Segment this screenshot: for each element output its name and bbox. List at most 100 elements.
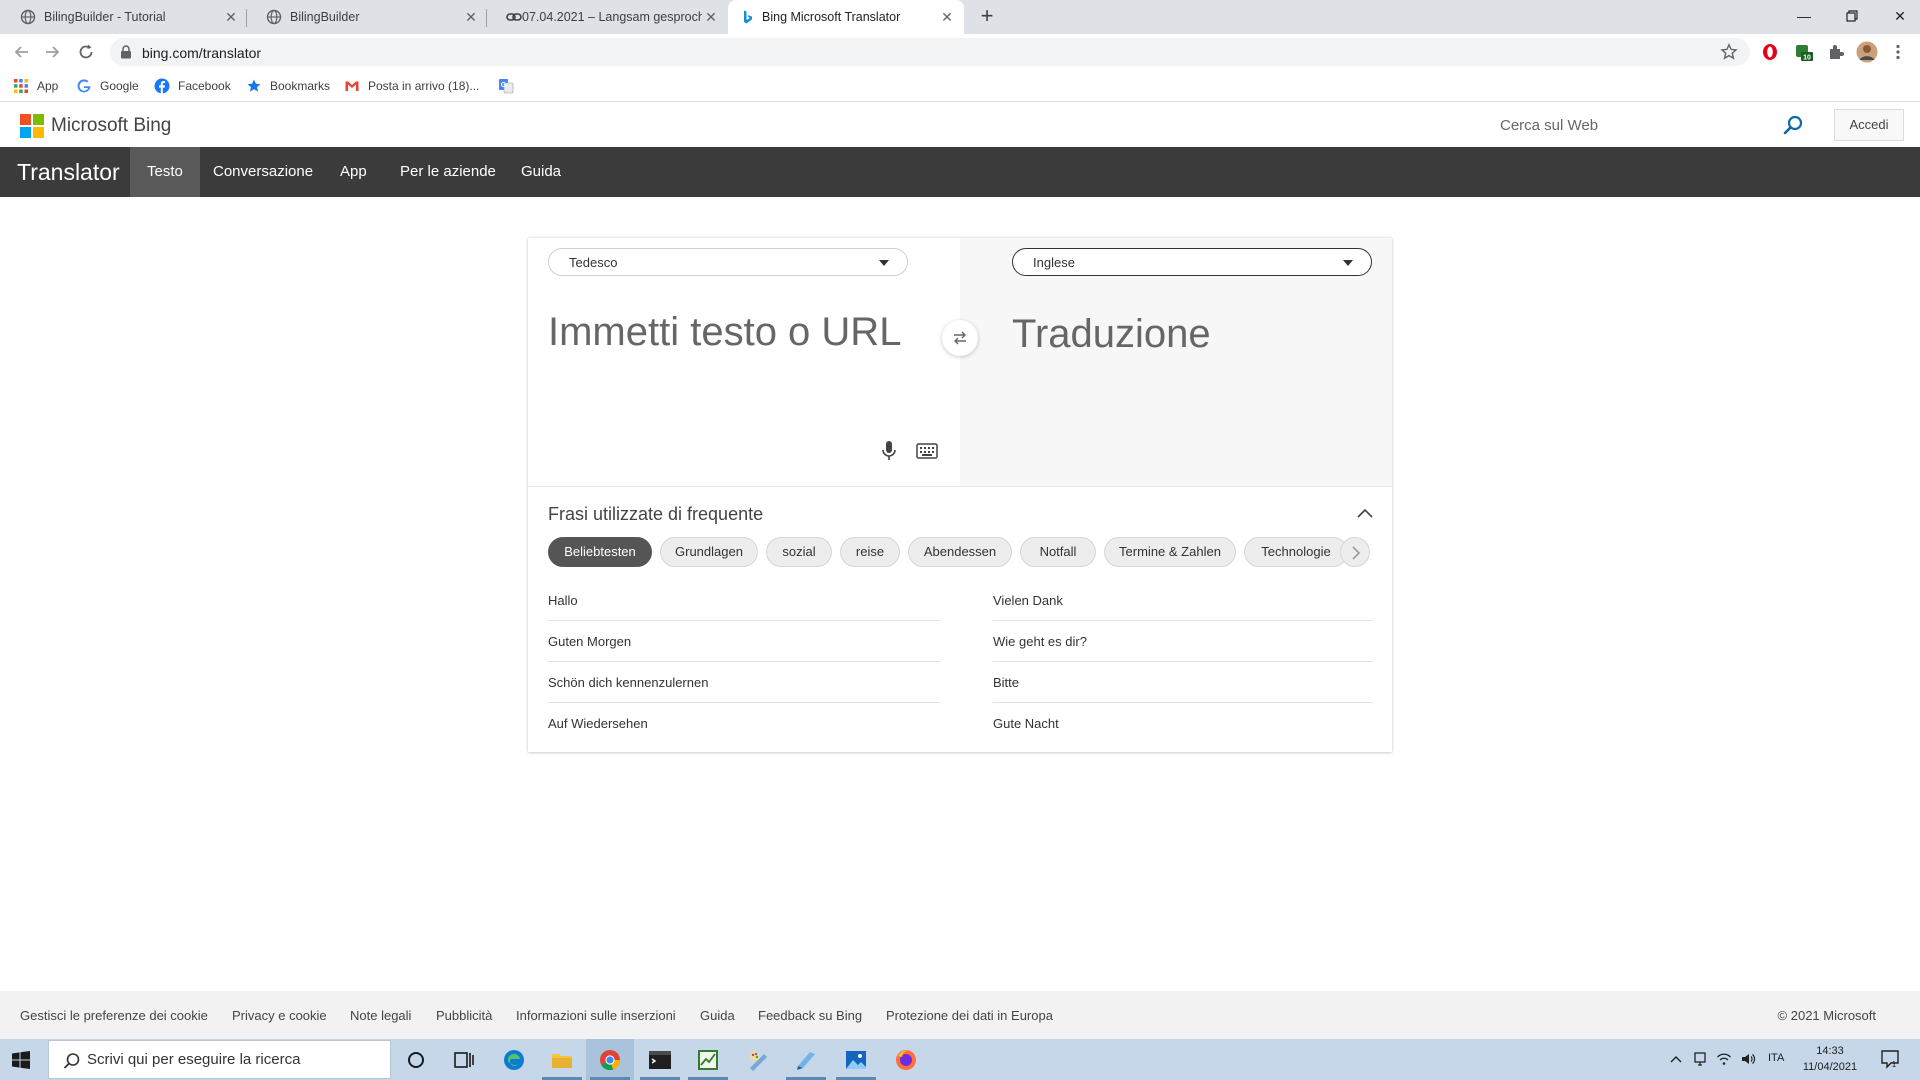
bookmarks-bar: App Google Facebook Bookmarks Posta in a…: [0, 70, 1920, 102]
microsoft-bing-logo[interactable]: Microsoft Bing: [20, 114, 171, 138]
phrase-category-grundlagen[interactable]: Grundlagen: [660, 537, 758, 567]
phrase-item[interactable]: Bitte: [993, 662, 1373, 703]
browser-tab-active[interactable]: Bing Microsoft Translator ✕: [728, 0, 964, 34]
clock-date: 11/04/2021: [1802, 1061, 1858, 1073]
system-clock[interactable]: 14:33 11/04/2021: [1798, 1043, 1862, 1075]
back-arrow-icon[interactable]: [12, 42, 32, 62]
taskbar-app-file-explorer[interactable]: [538, 1039, 586, 1080]
bookmark-apps[interactable]: App: [13, 78, 58, 94]
phrase-item[interactable]: Schön dich kennenzulernen: [548, 662, 940, 703]
nav-item-per-le-aziende[interactable]: Per le aziende: [383, 147, 513, 197]
footer-link-feedback[interactable]: Feedback su Bing: [758, 1008, 862, 1023]
source-text-input[interactable]: [548, 310, 928, 410]
edge-browser-icon: [504, 1050, 524, 1070]
extension-badge-icon[interactable]: 10: [1794, 42, 1814, 62]
input-language-indicator[interactable]: ITA: [1768, 1052, 1784, 1064]
phrase-category-notfall[interactable]: Notfall: [1020, 537, 1096, 567]
browser-tab[interactable]: BilingBuilder ✕: [246, 0, 486, 34]
close-tab-icon[interactable]: ✕: [940, 10, 954, 24]
phrase-category-abendessen[interactable]: Abendessen: [908, 537, 1012, 567]
taskbar-app-edge[interactable]: [490, 1039, 538, 1080]
cortana-circle-icon: [408, 1052, 424, 1068]
footer-link-help[interactable]: Guida: [700, 1008, 735, 1023]
microphone-icon[interactable]: [880, 440, 898, 462]
close-window-icon[interactable]: ✕: [1890, 6, 1910, 26]
windows-start-icon[interactable]: [12, 1051, 30, 1069]
taskbar-app-notepad[interactable]: [782, 1039, 830, 1080]
phrase-item[interactable]: Guten Morgen: [548, 621, 940, 662]
footer-link-legal[interactable]: Note legali: [350, 1008, 411, 1023]
taskbar-search-input[interactable]: [87, 1041, 377, 1078]
taskbar-app-terminal[interactable]: [636, 1039, 684, 1080]
footer-link-eu-data-protection[interactable]: Protezione dei dati in Europa: [886, 1008, 1053, 1023]
close-tab-icon[interactable]: ✕: [224, 10, 238, 24]
device-icon[interactable]: [1692, 1051, 1708, 1067]
phrase-item[interactable]: Gute Nacht: [993, 703, 1373, 744]
kebab-menu-icon[interactable]: [1888, 42, 1908, 62]
footer-link-cookie-preferences[interactable]: Gestisci le preferenze dei cookie: [20, 1008, 208, 1023]
chevron-up-icon[interactable]: [1668, 1051, 1684, 1067]
phrase-category-termine-zahlen[interactable]: Termine & Zahlen: [1104, 537, 1236, 567]
browser-tab[interactable]: 07.04.2021 – Langsam gesproche ✕: [486, 0, 726, 34]
close-tab-icon[interactable]: ✕: [464, 10, 478, 24]
bookmark-gmail[interactable]: Posta in arrivo (18)...: [344, 78, 479, 94]
address-bar[interactable]: bing.com/translator: [110, 38, 1750, 66]
bookmark-folder[interactable]: Bookmarks: [246, 78, 330, 94]
browser-tab[interactable]: BilingBuilder - Tutorial ✕: [0, 0, 244, 34]
wifi-icon[interactable]: [1716, 1051, 1732, 1067]
phrase-category-reise[interactable]: reise: [840, 537, 900, 567]
close-tab-icon[interactable]: ✕: [704, 10, 718, 24]
bing-header: Microsoft Bing Accedi: [0, 103, 1920, 147]
phrase-category-sozial[interactable]: sozial: [766, 537, 832, 567]
microsoft-logo-icon: [20, 114, 44, 138]
profile-avatar-icon[interactable]: [1856, 41, 1878, 63]
swap-languages-button[interactable]: [942, 320, 978, 356]
tab-title: 07.04.2021 – Langsam gesproche: [522, 10, 702, 24]
new-tab-button[interactable]: +: [976, 5, 998, 28]
source-language-select[interactable]: Tedesco: [548, 248, 908, 276]
forward-arrow-icon[interactable]: [42, 42, 62, 62]
bookmark-google[interactable]: Google: [76, 78, 139, 94]
nav-item-app[interactable]: App: [323, 147, 384, 197]
task-view-button[interactable]: [440, 1039, 488, 1080]
bing-icon: [744, 10, 752, 24]
phrase-category-beliebtesten[interactable]: Beliebtesten: [548, 537, 652, 567]
reload-icon[interactable]: [76, 42, 96, 62]
nav-item-guida[interactable]: Guida: [504, 147, 578, 197]
search-icon[interactable]: [1782, 114, 1804, 136]
restore-icon[interactable]: [1842, 6, 1862, 26]
bookmark-facebook[interactable]: Facebook: [154, 78, 231, 94]
footer-link-advertising[interactable]: Pubblicità: [436, 1008, 492, 1023]
web-search-input[interactable]: [1500, 111, 1760, 139]
taskbar-app-firefox[interactable]: [882, 1039, 930, 1080]
next-categories-button[interactable]: [1340, 537, 1370, 567]
puzzle-extensions-icon[interactable]: [1826, 42, 1846, 62]
nav-item-testo[interactable]: Testo: [130, 147, 200, 197]
opera-extension-icon[interactable]: [1760, 42, 1780, 62]
phrase-item[interactable]: Vielen Dank: [993, 580, 1373, 621]
bookmark-translate[interactable]: G: [498, 78, 522, 94]
speaker-icon[interactable]: [1740, 1051, 1756, 1067]
bookmark-star-icon[interactable]: [1720, 43, 1738, 61]
target-language-select[interactable]: Inglese: [1012, 248, 1372, 276]
nav-item-conversazione[interactable]: Conversazione: [196, 147, 330, 197]
minimize-icon[interactable]: —: [1794, 6, 1814, 26]
phrase-item[interactable]: Wie geht es dir?: [993, 621, 1373, 662]
globe-icon: [266, 9, 282, 25]
phrase-item[interactable]: Hallo: [548, 580, 940, 621]
keyboard-icon[interactable]: [916, 442, 938, 460]
footer-link-privacy[interactable]: Privacy e cookie: [232, 1008, 327, 1023]
signin-button[interactable]: Accedi: [1834, 109, 1904, 141]
cortana-button[interactable]: [392, 1039, 440, 1080]
target-pane: Inglese Traduzione: [960, 238, 1392, 486]
footer-link-ads-info[interactable]: Informazioni sulle inserzioni: [516, 1008, 676, 1023]
notifications-icon[interactable]: 1: [1880, 1049, 1900, 1069]
taskbar-app-photos[interactable]: [832, 1039, 880, 1080]
chevron-up-icon[interactable]: [1356, 507, 1374, 519]
taskbar-app-chart[interactable]: [684, 1039, 732, 1080]
taskbar-app-paint[interactable]: [734, 1039, 782, 1080]
taskbar-app-chrome[interactable]: [586, 1039, 634, 1080]
phrase-category-technologie[interactable]: Technologie: [1244, 537, 1348, 567]
translator-brand[interactable]: Translator: [17, 159, 120, 186]
phrase-item[interactable]: Auf Wiedersehen: [548, 703, 940, 744]
